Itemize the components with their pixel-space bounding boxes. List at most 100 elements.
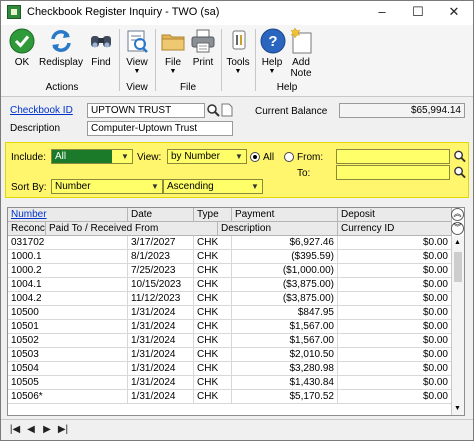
cell-deposit: $0.00 xyxy=(338,236,452,250)
note-small-icon[interactable] xyxy=(221,103,233,117)
previous-record-button[interactable]: ◀ xyxy=(25,423,37,437)
cell-type: CHK xyxy=(194,236,232,250)
cell-payment: $847.95 xyxy=(232,306,338,320)
column-header-payment[interactable]: Payment xyxy=(232,208,338,222)
chevron-down-icon: ▼ xyxy=(268,68,276,75)
ribbon-separator xyxy=(119,29,120,91)
cell-payment: $3,280.98 xyxy=(232,362,338,376)
current-balance-value: $65,994.14 xyxy=(339,103,465,118)
table-row[interactable]: 10505 1/31/2024 CHK $1,430.84 $0.00 xyxy=(8,376,452,390)
column-header-reconciled[interactable]: Reconciled xyxy=(8,222,46,236)
column-header-description[interactable]: Description xyxy=(218,222,338,236)
chevron-down-icon: ▼ xyxy=(169,68,177,75)
help-button[interactable]: ? Help ▼ xyxy=(259,27,286,79)
minimize-button[interactable]: – xyxy=(365,1,399,25)
table-row[interactable]: 10500 1/31/2024 CHK $847.95 $0.00 xyxy=(8,306,452,320)
column-header-date[interactable]: Date xyxy=(128,208,194,222)
cell-date: 8/1/2023 xyxy=(128,250,194,264)
svg-text:?: ? xyxy=(268,33,277,50)
column-header-paid-to[interactable]: Paid To / Received From xyxy=(46,222,218,236)
chevron-down-icon: ▼ xyxy=(151,182,159,191)
from-field[interactable] xyxy=(336,149,450,164)
table-row[interactable]: 10503 1/31/2024 CHK $2,010.50 $0.00 xyxy=(8,348,452,362)
view-button[interactable]: View ▼ xyxy=(123,27,151,79)
file-button[interactable]: File ▼ xyxy=(159,27,187,79)
find-button[interactable]: Find xyxy=(87,27,115,79)
all-radio-label: All xyxy=(263,152,275,163)
table-row[interactable]: 1004.1 10/15/2023 CHK ($3,875.00) $0.00 xyxy=(8,278,452,292)
vertical-scrollbar[interactable]: ▲ ▼ xyxy=(451,236,464,415)
first-record-button[interactable]: |◀ xyxy=(9,423,21,437)
add-note-button[interactable]: Add Note xyxy=(287,27,315,79)
cell-type: CHK xyxy=(194,306,232,320)
from-lookup-icon[interactable] xyxy=(453,149,466,163)
cell-type: CHK xyxy=(194,250,232,264)
table-row[interactable]: 1000.1 8/1/2023 CHK ($395.59) $0.00 xyxy=(8,250,452,264)
sort-order-select[interactable]: Ascending ▼ xyxy=(163,179,263,194)
include-select[interactable]: All ▼ xyxy=(51,149,133,164)
cell-deposit: $0.00 xyxy=(338,334,452,348)
ok-label: OK xyxy=(14,57,30,68)
cell-number: 10500 xyxy=(8,306,128,320)
view-select[interactable]: by Number ▼ xyxy=(167,149,247,164)
cell-date: 1/31/2024 xyxy=(128,320,194,334)
scroll-down-icon[interactable]: ▼ xyxy=(454,404,462,414)
next-record-button[interactable]: ▶ xyxy=(41,423,53,437)
cell-number: 1004.1 xyxy=(8,278,128,292)
cell-payment: ($1,000.00) xyxy=(232,264,338,278)
column-header-deposit[interactable]: Deposit xyxy=(338,208,452,222)
table-row[interactable]: 031702 3/17/2027 CHK $6,927.46 $0.00 xyxy=(8,236,452,250)
to-field[interactable] xyxy=(336,165,450,180)
include-selected-value: All xyxy=(52,150,112,163)
tools-button[interactable]: Tools ▼ xyxy=(225,27,251,79)
chevron-down-icon: ▼ xyxy=(235,152,243,161)
folder-icon xyxy=(161,34,185,51)
ok-button[interactable]: OK xyxy=(7,27,37,79)
all-radio[interactable] xyxy=(250,152,260,162)
cell-date: 1/31/2024 xyxy=(128,362,194,376)
print-button[interactable]: Print xyxy=(189,27,217,79)
checkbook-register-window: Checkbook Register Inquiry - TWO (sa) – … xyxy=(0,0,474,441)
column-header-number[interactable]: Number xyxy=(8,208,128,222)
table-row[interactable]: 10504 1/31/2024 CHK $3,280.98 $0.00 xyxy=(8,362,452,376)
description-label: Description xyxy=(10,123,61,134)
cell-date: 3/17/2027 xyxy=(128,236,194,250)
chevron-down-icon: ▼ xyxy=(234,68,242,75)
view-label: View: xyxy=(137,152,162,163)
refresh-icon xyxy=(51,30,71,52)
maximize-button[interactable]: ☐ xyxy=(401,1,435,25)
description-field[interactable]: Computer-Uptown Trust xyxy=(87,121,233,136)
column-header-currency-id[interactable]: Currency ID xyxy=(338,222,452,236)
add-note-label-line1: Add xyxy=(292,57,310,68)
expand-rows-button[interactable]: ︽ xyxy=(451,208,464,221)
table-row[interactable]: 10501 1/31/2024 CHK $1,567.00 $0.00 xyxy=(8,320,452,334)
cell-type: CHK xyxy=(194,376,232,390)
lookup-icon[interactable] xyxy=(206,103,220,117)
sort-by-select[interactable]: Number ▼ xyxy=(51,179,163,194)
column-header-type[interactable]: Type xyxy=(194,208,232,222)
scrollbar-thumb[interactable] xyxy=(454,252,462,282)
cell-deposit: $0.00 xyxy=(338,292,452,306)
cell-type: CHK xyxy=(194,362,232,376)
header-fields: Checkbook ID UPTOWN TRUST Description Co… xyxy=(1,98,473,140)
close-button[interactable]: ✕ xyxy=(437,1,471,25)
cell-number: 10504 xyxy=(8,362,128,376)
last-record-button[interactable]: ▶| xyxy=(57,423,69,437)
redisplay-button[interactable]: Redisplay xyxy=(39,27,83,79)
cell-deposit: $0.00 xyxy=(338,376,452,390)
note-icon xyxy=(290,27,312,54)
to-lookup-icon[interactable] xyxy=(453,165,466,179)
table-row[interactable]: 1000.2 7/25/2023 CHK ($1,000.00) $0.00 xyxy=(8,264,452,278)
table-row[interactable]: 10506* 1/31/2024 CHK $5,170.52 $0.00 xyxy=(8,390,452,404)
table-row[interactable]: 10502 1/31/2024 CHK $1,567.00 $0.00 xyxy=(8,334,452,348)
cell-payment: $1,430.84 xyxy=(232,376,338,390)
title-bar: Checkbook Register Inquiry - TWO (sa) – … xyxy=(1,1,473,25)
from-radio[interactable] xyxy=(284,152,294,162)
group-label-help: Help xyxy=(276,82,298,93)
table-row[interactable]: 1004.2 11/12/2023 CHK ($3,875.00) $0.00 xyxy=(8,292,452,306)
collapse-rows-button[interactable]: ︾ xyxy=(451,222,464,235)
cell-payment: ($3,875.00) xyxy=(232,278,338,292)
checkbook-id-link[interactable]: Checkbook ID xyxy=(10,105,73,116)
checkbook-id-field[interactable]: UPTOWN TRUST xyxy=(87,103,205,118)
scroll-up-icon[interactable]: ▲ xyxy=(454,238,462,248)
